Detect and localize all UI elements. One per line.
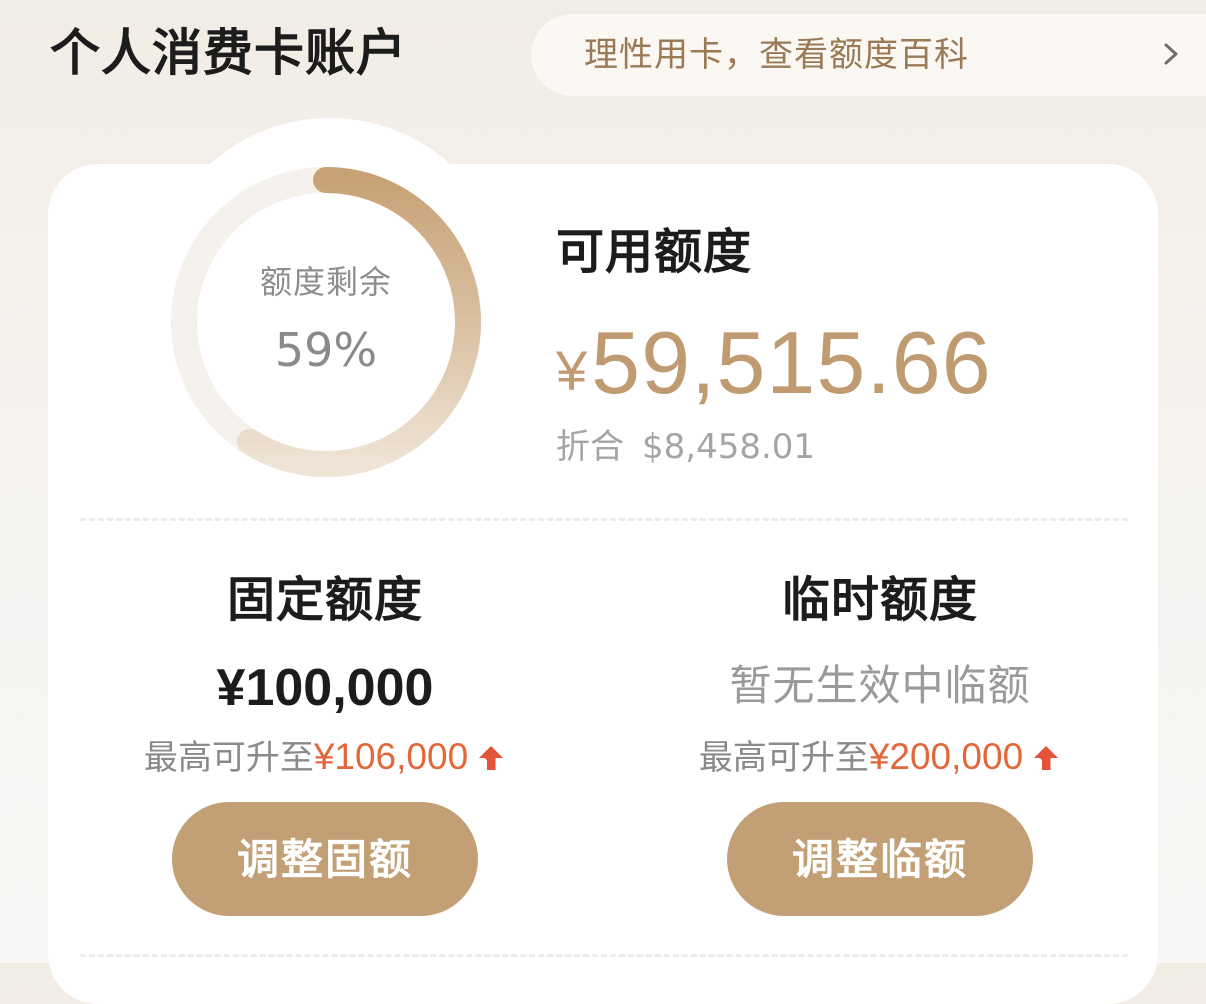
fixed-credit-amount: ¥100,000 [216,659,434,717]
converted-value: $8,458.01 [642,427,816,467]
available-credit-label: 可用额度 [556,224,753,280]
available-credit-value: 59,515.66 [591,313,992,412]
available-credit-amount: ¥59,515.66 [556,315,992,415]
remaining-percent: 59% [274,323,378,377]
page-title: 个人消费卡账户 [50,24,407,82]
credit-guide-text[interactable]: 理性用卡，查看额度百科 [584,33,969,77]
fixed-max-line: 最高可升至¥106,000 [65,734,585,781]
adjust-fixed-credit-button[interactable]: 调整固额 [172,802,478,916]
converted-amount: 折合 $8,458.01 [556,425,815,469]
arrow-up-icon [1034,746,1059,770]
section-divider [80,518,1128,521]
adjust-temp-credit-button[interactable]: 调整临额 [727,802,1033,916]
temp-credit-status: 暂无生效中临额 [729,661,1031,710]
currency-symbol: ¥ [556,339,588,402]
temp-credit-title: 临时额度 [781,572,978,628]
converted-label: 折合 [556,427,624,467]
arrow-up-icon [479,746,504,770]
temp-max-value: ¥200,000 [868,736,1024,777]
temp-max-line: 最高可升至¥200,000 [620,734,1140,781]
section-divider-bottom [80,954,1128,957]
fixed-max-label: 最高可升至 [143,738,314,778]
chevron-right-icon[interactable] [1160,43,1182,65]
temp-max-label: 最高可升至 [698,738,869,778]
remaining-label: 额度剩余 [259,263,392,301]
fixed-credit-title: 固定额度 [226,572,423,628]
fixed-max-value: ¥106,000 [313,736,469,777]
